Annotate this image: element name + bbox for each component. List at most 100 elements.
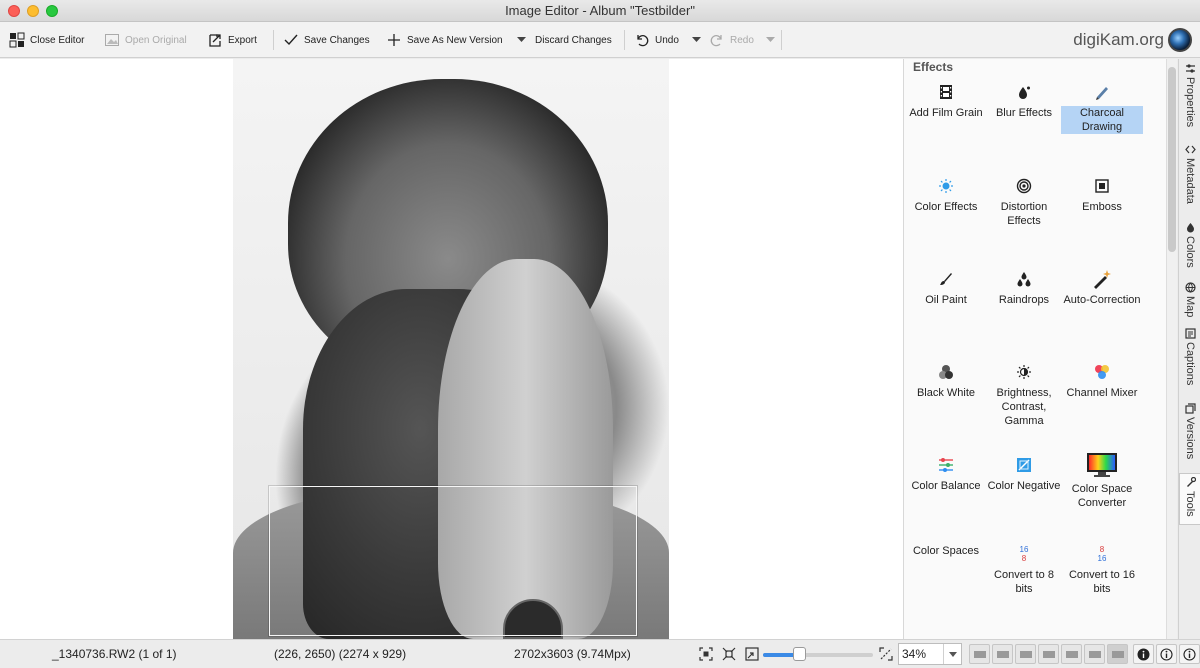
tab-label: Captions <box>1184 342 1196 386</box>
tab-map[interactable]: Map <box>1179 282 1200 317</box>
tool-oil-paint[interactable]: Oil Paint <box>905 269 987 307</box>
tab-captions[interactable]: Captions <box>1179 328 1200 385</box>
view-mode-button[interactable] <box>1038 644 1059 664</box>
export-icon <box>209 34 221 47</box>
zoom-value: 34% <box>902 647 927 661</box>
tool-label: Auto-Correction <box>1063 294 1141 306</box>
fit-window-icon <box>722 647 736 661</box>
view-mode-button[interactable] <box>1061 644 1082 664</box>
emboss-icon <box>1095 179 1109 193</box>
tool-convert-to-8-bits[interactable]: 16 8 Convert to 8 bits <box>983 544 1065 596</box>
undo-button[interactable]: Undo <box>634 22 679 58</box>
zoom-out-button[interactable] <box>744 646 760 662</box>
tool-color-space-converter[interactable]: Color Space Converter <box>1061 452 1143 510</box>
tool-label: Add Film Grain <box>909 107 983 119</box>
tab-metadata[interactable]: Metadata <box>1179 144 1200 204</box>
tool-distortion-effects[interactable]: Distortion Effects <box>983 176 1065 228</box>
zoom-to-selection-button[interactable] <box>698 646 714 662</box>
badge-bottom: 8 <box>1021 554 1027 563</box>
sliders-icon <box>939 458 953 472</box>
redo-button[interactable]: Redo <box>709 22 754 58</box>
tool-raindrops[interactable]: Raindrops <box>983 269 1065 307</box>
undo-label: Undo <box>655 34 679 46</box>
tool-black-white[interactable]: Black White <box>905 362 987 400</box>
view-mode-icon <box>1112 651 1124 658</box>
discard-changes-button[interactable]: Discard Changes <box>535 22 612 58</box>
zoom-dropdown-arrow[interactable] <box>943 644 961 664</box>
view-mode-button[interactable] <box>1084 644 1105 664</box>
close-editor-label: Close Editor <box>30 34 85 46</box>
selection-rectangle[interactable] <box>269 486 637 636</box>
view-mode-icon <box>997 651 1009 658</box>
metadata-icon <box>1184 145 1196 154</box>
zoom-slider-handle[interactable] <box>793 647 806 661</box>
panel-scrollbar[interactable] <box>1166 59 1177 639</box>
pencil-icon <box>1096 87 1108 100</box>
tab-tools[interactable]: Tools <box>1179 473 1200 525</box>
save-changes-button[interactable]: Save Changes <box>283 22 370 58</box>
status-selection-coords: (226, 2650) (2274 x 929) <box>274 647 407 661</box>
tool-add-film-grain[interactable]: Add Film Grain <box>905 82 987 120</box>
chevron-down-icon <box>692 37 701 42</box>
tool-color-effects[interactable]: Color Effects <box>905 176 987 214</box>
tab-properties[interactable]: Properties <box>1179 63 1200 127</box>
negative-icon <box>1017 458 1031 472</box>
view-mode-button[interactable] <box>992 644 1013 664</box>
colors-icon <box>1186 223 1194 233</box>
tool-brightness-contrast-gamma[interactable]: Brightness, Contrast, Gamma <box>983 362 1065 428</box>
close-editor-button[interactable]: Close Editor <box>9 22 84 58</box>
export-button[interactable]: Export <box>207 22 257 58</box>
open-original-button[interactable]: Open Original <box>104 22 187 58</box>
zoom-in-button[interactable] <box>878 646 894 662</box>
view-mode-button[interactable] <box>969 644 990 664</box>
tool-emboss[interactable]: Emboss <box>1061 176 1143 214</box>
toolbar-separator <box>624 30 625 50</box>
redo-dropdown[interactable] <box>766 22 775 58</box>
tool-label: Brightness, Contrast, Gamma <box>996 387 1052 427</box>
badge-top: 16 <box>1019 545 1029 554</box>
tool-label: Channel Mixer <box>1066 387 1138 399</box>
under-exposure-button[interactable] <box>1156 644 1177 664</box>
tool-charcoal-drawing[interactable]: Charcoal Drawing <box>1061 82 1143 134</box>
badge-top: 8 <box>1099 545 1105 554</box>
window-maximize-button[interactable] <box>46 5 58 17</box>
view-mode-button-active[interactable] <box>1107 644 1128 664</box>
discard-changes-label: Discard Changes <box>535 34 612 46</box>
tab-label: Properties <box>1184 77 1196 128</box>
tool-color-spaces[interactable]: Color Spaces <box>905 544 987 558</box>
zoom-combobox[interactable]: 34% <box>898 643 962 665</box>
tool-label: Color Balance <box>911 480 981 492</box>
view-mode-button[interactable] <box>1015 644 1036 664</box>
tool-label: Color Effects <box>914 201 978 213</box>
tool-color-balance[interactable]: Color Balance <box>905 455 987 493</box>
tool-auto-correction[interactable]: Auto-Correction <box>1061 269 1143 307</box>
zoom-100-button[interactable] <box>721 646 737 662</box>
scrollbar-thumb[interactable] <box>1168 67 1176 252</box>
over-exposure-button[interactable] <box>1133 644 1154 664</box>
tool-convert-to-16-bits[interactable]: 8 16 Convert to 16 bits <box>1061 544 1143 596</box>
save-version-dropdown[interactable] <box>517 22 526 58</box>
tool-label: Color Negative <box>987 480 1061 492</box>
tool-color-negative[interactable]: Color Negative <box>983 455 1065 493</box>
tool-blur-effects[interactable]: Blur Effects <box>983 82 1065 120</box>
window-close-button[interactable] <box>8 5 20 17</box>
image-canvas[interactable] <box>0 59 903 639</box>
window-minimize-button[interactable] <box>27 5 39 17</box>
spiral-icon <box>1016 178 1032 194</box>
status-filename: _1340736.RW2 (1 of 1) <box>52 647 177 661</box>
zoom-slider[interactable] <box>763 647 873 661</box>
zoom-in-icon <box>879 647 893 661</box>
tool-channel-mixer[interactable]: Channel Mixer <box>1061 362 1143 400</box>
tool-label: Blur Effects <box>995 107 1053 119</box>
save-new-version-button[interactable]: Save As New Version <box>386 22 503 58</box>
toolbar-separator <box>781 30 782 50</box>
open-original-label: Open Original <box>125 34 187 46</box>
save-new-version-label: Save As New Version <box>407 34 503 46</box>
undo-dropdown[interactable] <box>692 22 701 58</box>
color-managed-view-button[interactable] <box>1179 644 1200 664</box>
tab-versions[interactable]: Versions <box>1179 403 1200 459</box>
properties-icon <box>1185 64 1195 73</box>
digikam-lens-icon <box>1168 28 1192 52</box>
checkmark-icon <box>284 34 298 46</box>
tab-colors[interactable]: Colors <box>1179 222 1200 268</box>
